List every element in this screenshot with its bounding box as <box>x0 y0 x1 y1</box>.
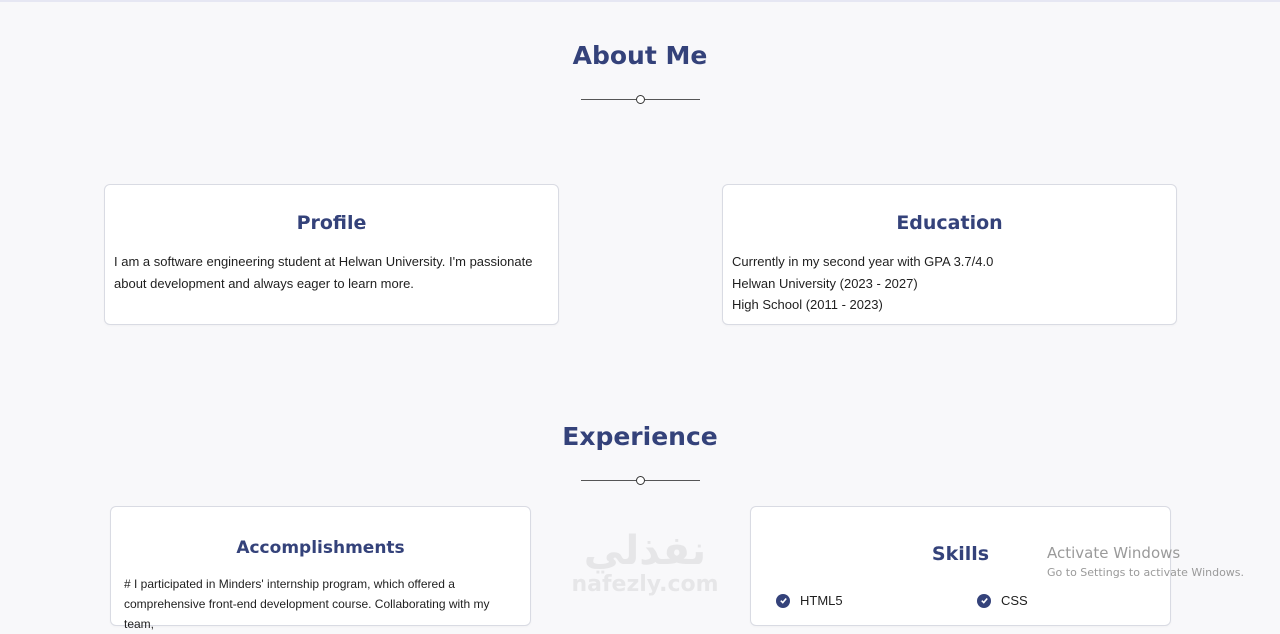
skill-item: CSS <box>977 593 1028 608</box>
education-line: Helwan University (2023 - 2027) <box>732 275 918 291</box>
accomplishments-text: # I participated in Minders' internship … <box>124 577 490 631</box>
education-card: Education Currently in my second year wi… <box>722 184 1177 325</box>
education-title: Education <box>896 212 1003 234</box>
about-divider <box>581 95 700 105</box>
windows-activation-notice: Activate Windows Go to Settings to activ… <box>1047 544 1244 579</box>
about-section-title: About Me <box>572 41 708 70</box>
skill-label: HTML5 <box>800 593 843 608</box>
check-circle-icon <box>977 593 991 608</box>
profile-title: Profile <box>296 212 367 234</box>
top-border <box>0 0 1280 2</box>
activation-subtitle: Go to Settings to activate Windows. <box>1047 566 1245 579</box>
accomplishments-card: Accomplishments # I participated in Mind… <box>110 506 531 631</box>
education-details: Currently in my second year with GPA 3.7… <box>732 251 1162 316</box>
check-circle-icon <box>776 593 790 608</box>
profile-text: I am a software engineering student at H… <box>114 254 533 291</box>
accomplishments-title: Accomplishments <box>236 538 405 558</box>
skill-label: CSS <box>1001 593 1028 608</box>
education-line: High School (2011 - 2023) <box>732 297 883 312</box>
profile-card: Profile I am a software engineering stud… <box>104 184 559 325</box>
skill-item: HTML5 <box>776 593 843 608</box>
education-line: Currently in my second year with GPA 3.7… <box>732 254 994 269</box>
site-watermark: نفذلي nafezly.com <box>560 528 730 611</box>
experience-section-title: Experience <box>562 422 718 451</box>
experience-divider <box>581 476 700 486</box>
watermark-arabic: نفذلي <box>583 528 707 574</box>
activation-title: Activate Windows <box>1047 544 1181 562</box>
watermark-latin: nafezly.com <box>571 572 719 597</box>
